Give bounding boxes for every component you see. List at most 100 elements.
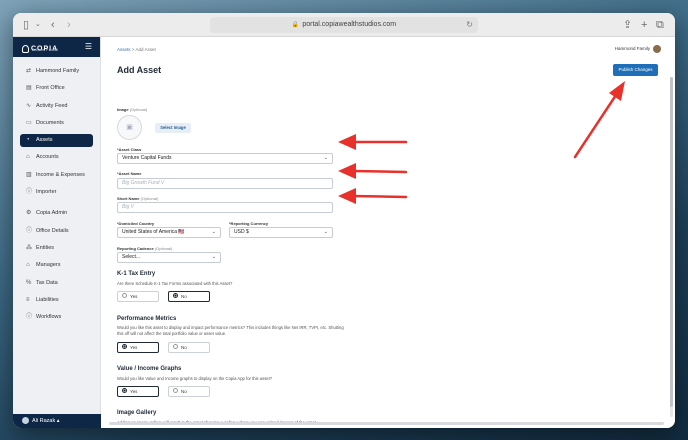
k1-no-radio[interactable]: No <box>168 291 210 302</box>
tax-icon: % <box>26 279 32 286</box>
radio-icon <box>173 388 178 394</box>
radio-label: Yes <box>130 389 138 394</box>
performance-section-desc: Would you like this asset to display and… <box>117 325 344 336</box>
sidebar-item-documents[interactable]: ▭ Documents <box>20 117 93 130</box>
family-selector[interactable]: Hammond Family <box>615 45 661 53</box>
domiciled-country-label: *Domiciled Country <box>117 221 155 226</box>
optional-tag: (Optional) <box>154 246 173 251</box>
sidebar-item-hammond-family[interactable]: ⇄ Hammond Family <box>20 65 93 78</box>
breadcrumb-current: Add Asset <box>135 47 156 52</box>
browser-window: ▯ ⌄ ‹ › 🔒 portal.copiawealthstudios.com ↻… <box>13 13 675 428</box>
menu-icon[interactable]: ☰ <box>85 42 92 51</box>
image-label-text: Image <box>117 107 129 112</box>
image-placeholder[interactable]: ▣ <box>117 115 142 140</box>
sidebar-item-managers[interactable]: ⌂ Managers <box>20 259 93 272</box>
radio-label: No <box>181 345 187 350</box>
radio-checked-icon <box>173 293 178 299</box>
sidebar-item-label: Front Office <box>36 85 65 92</box>
sidebar-item-office-details[interactable]: ⓘ Office Details <box>20 225 93 238</box>
list-icon: ≡ <box>26 296 30 303</box>
short-name-input[interactable]: Big V <box>117 202 333 213</box>
sidebar-item-liabilities[interactable]: ≡ Liabilities <box>20 294 93 307</box>
graphs-section-desc: Would you like Value and Income graphs t… <box>117 376 273 381</box>
back-icon[interactable]: ‹ <box>51 18 55 32</box>
graphs-section-title: Value / Income Graphs <box>117 366 182 372</box>
forward-icon[interactable]: › <box>67 18 71 32</box>
sidebar-item-front-office[interactable]: ▤ Front Office <box>20 82 93 95</box>
breadcrumb: Assets > Add Asset <box>117 47 156 52</box>
sidebar-item-label: Hammond Family <box>36 68 80 74</box>
sidebar-item-label: Importer <box>36 189 57 196</box>
page-title: Add Asset <box>117 65 162 75</box>
chart-icon: ▥ <box>26 171 32 178</box>
user-menu[interactable]: Ali Razak ▴ <box>13 414 101 428</box>
select-image-button[interactable]: Select Image <box>155 123 191 133</box>
caret-up-icon: ▴ <box>56 418 60 424</box>
horizontal-scrollbar[interactable] <box>109 422 664 425</box>
vertical-scrollbar[interactable] <box>670 77 673 417</box>
graphs-no-radio[interactable]: No <box>168 386 210 397</box>
radio-label: No <box>181 389 187 394</box>
sidebar-toggle-icon[interactable]: ▯ <box>23 18 29 32</box>
short-name-label-text: Short Name <box>117 196 140 201</box>
chevron-down-icon: ⌄ <box>323 229 328 235</box>
browser-toolbar: ▯ ⌄ ‹ › 🔒 portal.copiawealthstudios.com ↻… <box>13 13 675 37</box>
reload-icon[interactable]: ↻ <box>466 17 473 33</box>
pulse-icon: ∿ <box>26 102 32 109</box>
sidebar-item-entities[interactable]: ⁂ Entities <box>20 242 93 255</box>
sidebar-item-income-expenses[interactable]: ▥ Income & Expenses <box>20 169 93 182</box>
reporting-currency-label: *Reporting Currency <box>229 221 269 226</box>
reporting-cadence-value: Select... <box>122 254 141 260</box>
image-label: Image (Optional) <box>117 107 147 112</box>
radio-checked-icon <box>122 388 127 394</box>
reporting-currency-select[interactable]: USD $ ⌄ <box>229 227 333 238</box>
scrollbar-thumb[interactable] <box>670 77 673 407</box>
short-name-label: Short Name (Optional) <box>117 196 158 201</box>
performance-yes-radio[interactable]: Yes <box>117 342 159 353</box>
domiciled-country-select[interactable]: United States of America 🇺🇸 ⌄ <box>117 227 221 238</box>
share-icon[interactable]: ⇪ <box>623 18 632 32</box>
sidebar-item-importer[interactable]: ⓘ Importer <box>20 186 93 199</box>
sidebar-item-assets[interactable]: ◔ Assets <box>20 134 93 148</box>
reporting-cadence-select[interactable]: Select... ⌄ <box>117 252 221 263</box>
sidebar-item-label: Copia Admin <box>36 210 68 217</box>
sidebar-item-tax-data[interactable]: % Tax Data <box>20 277 93 290</box>
tabs-overview-icon[interactable]: ⧉ <box>656 18 664 32</box>
k1-section-title: K-1 Tax Entry <box>117 271 156 277</box>
gear-icon: ⚙ <box>26 210 32 217</box>
domiciled-country-value: United States of America 🇺🇸 <box>122 229 185 235</box>
sidebar-item-accounts[interactable]: ⌂ Accounts <box>20 151 93 164</box>
k1-section-desc: Are there Schedule K-1 Tax Forms associa… <box>117 281 233 286</box>
breadcrumb-assets-link[interactable]: Assets <box>117 47 131 52</box>
radio-label: Yes <box>130 294 138 299</box>
chevron-down-icon[interactable]: ⌄ <box>35 18 41 32</box>
chevron-down-icon: ⌄ <box>323 155 328 161</box>
new-tab-icon[interactable]: + <box>641 18 647 32</box>
building-icon: ▤ <box>26 85 32 92</box>
info-icon: ⓘ <box>26 314 33 321</box>
main-content: Assets > Add Asset Hammond Family Add As… <box>101 37 675 428</box>
address-bar[interactable]: 🔒 portal.copiawealthstudios.com ↻ <box>210 17 478 33</box>
sidebar-item-label: Assets <box>36 137 53 144</box>
info-icon: ⓘ <box>26 227 33 234</box>
radio-icon <box>122 293 127 299</box>
avatar <box>653 45 661 53</box>
radio-checked-icon <box>122 344 127 350</box>
asset-name-input[interactable]: Big Growth Fund V <box>117 178 333 189</box>
graphs-yes-radio[interactable]: Yes <box>117 386 159 397</box>
asset-class-select[interactable]: Venture Capital Funds ⌄ <box>117 153 333 164</box>
sidebar-item-label: Office Details <box>36 227 69 234</box>
publish-changes-button[interactable]: Publish Changes <box>613 64 658 76</box>
org-icon: ⁂ <box>26 244 32 251</box>
sidebar-item-label: Tax Data <box>36 279 58 286</box>
lock-icon: 🔒 <box>291 22 300 28</box>
sidebar-item-workflows[interactable]: ⓘ Workflows <box>20 311 93 324</box>
radio-label: No <box>181 294 187 299</box>
sidebar-item-label: Entities <box>36 244 55 251</box>
sidebar-item-copia-admin[interactable]: ⚙ Copia Admin <box>20 207 93 220</box>
user-name: Ali Razak <box>32 418 56 424</box>
sidebar-item-activity-feed[interactable]: ∿ Activity Feed <box>20 100 93 113</box>
k1-yes-radio[interactable]: Yes <box>117 291 159 302</box>
performance-no-radio[interactable]: No <box>168 342 210 353</box>
asset-class-value: Venture Capital Funds <box>122 155 172 161</box>
